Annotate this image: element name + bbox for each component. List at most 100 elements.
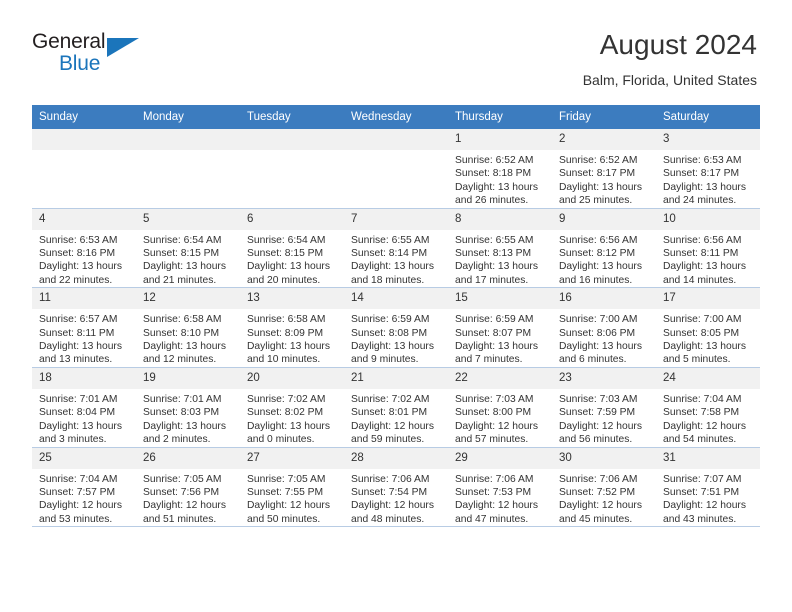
day-number: 10	[656, 208, 760, 230]
calendar-body: 1 Sunrise: 6:52 AM Sunset: 8:18 PM Daylight…	[32, 129, 760, 528]
sunset-text: Sunset: 7:52 PM	[559, 486, 636, 498]
calendar-day-cell[interactable]: 30 Sunrise: 7:06 AM Sunset: 7:52 PM Dayligh…	[552, 446, 656, 528]
calendar-day-cell[interactable]: 17 Sunrise: 7:00 AM Sunset: 8:05 PM Dayligh…	[656, 287, 760, 368]
daylight-text: Daylight: 12 hours and 59 minutes.	[351, 420, 434, 446]
calendar-day-cell[interactable]: 2 Sunrise: 6:52 AM Sunset: 8:17 PM Daylight…	[552, 129, 656, 209]
sunset-text: Sunset: 8:11 PM	[663, 248, 739, 260]
daylight-text: Daylight: 12 hours and 53 minutes.	[39, 500, 122, 525]
day-number: 5	[136, 208, 240, 230]
sunset-text: Sunset: 8:15 PM	[247, 248, 324, 260]
calendar-day-cell[interactable]: 15 Sunrise: 6:59 AM Sunset: 8:07 PM Dayligh…	[448, 287, 552, 368]
day-sun-info: Sunrise: 6:58 AM Sunset: 8:10 PM Daylight:…	[136, 309, 240, 367]
daylight-text: Daylight: 12 hours and 51 minutes.	[143, 500, 226, 525]
page-header: General Blue August 2024 Balm, Florida, …	[32, 28, 757, 98]
calendar-day-cell[interactable]: 5 Sunrise: 6:54 AM Sunset: 8:15 PM Daylight…	[136, 207, 240, 288]
day-number: 27	[240, 447, 344, 469]
calendar-day-cell[interactable]: 22 Sunrise: 7:03 AM Sunset: 8:00 PM Dayligh…	[448, 366, 552, 447]
sunset-text: Sunset: 7:54 PM	[351, 486, 428, 498]
daylight-text: Daylight: 12 hours and 50 minutes.	[247, 500, 330, 525]
day-sun-info: Sunrise: 6:56 AM Sunset: 8:12 PM Daylight:…	[552, 230, 656, 288]
calendar-day-cell[interactable]: 10 Sunrise: 6:56 AM Sunset: 8:11 PM Dayligh…	[656, 207, 760, 288]
calendar-day-cell[interactable]: 14 Sunrise: 6:59 AM Sunset: 8:08 PM Dayligh…	[344, 287, 448, 368]
sunrise-text: Sunrise: 6:53 AM	[663, 155, 742, 166]
sunrise-text: Sunrise: 7:06 AM	[351, 473, 430, 485]
calendar-day-cell[interactable]: 31 Sunrise: 7:07 AM Sunset: 7:51 PM Dayligh…	[656, 446, 760, 528]
day-number	[136, 129, 240, 150]
day-sun-info: Sunrise: 6:59 AM Sunset: 8:08 PM Daylight:…	[344, 309, 448, 367]
calendar-table: Sunday Monday Tuesday Wednesday Thursday…	[32, 105, 760, 528]
calendar-day-cell[interactable]: 11 Sunrise: 6:57 AM Sunset: 8:11 PM Dayligh…	[32, 287, 136, 368]
day-number: 9	[552, 208, 656, 230]
sunrise-text: Sunrise: 6:55 AM	[351, 234, 430, 246]
daylight-text: Daylight: 13 hours and 18 minutes.	[351, 261, 434, 286]
day-sun-info: Sunrise: 7:06 AM Sunset: 7:54 PM Daylight:…	[344, 469, 448, 527]
weekday-header-row: Sunday Monday Tuesday Wednesday Thursday…	[32, 105, 760, 129]
calendar-day-cell[interactable]: 12 Sunrise: 6:58 AM Sunset: 8:10 PM Dayligh…	[136, 287, 240, 368]
sunrise-text: Sunrise: 7:02 AM	[247, 393, 326, 405]
day-sun-info: Sunrise: 6:55 AM Sunset: 8:13 PM Daylight:…	[448, 230, 552, 288]
day-number: 25	[32, 447, 136, 469]
calendar-day-cell[interactable]: 16 Sunrise: 7:00 AM Sunset: 8:06 PM Dayligh…	[552, 287, 656, 368]
calendar-day-cell[interactable]: 20 Sunrise: 7:02 AM Sunset: 8:02 PM Dayligh…	[240, 366, 344, 447]
sunrise-text: Sunrise: 7:04 AM	[39, 473, 118, 485]
day-number: 12	[136, 288, 240, 310]
calendar-day-cell[interactable]: 3 Sunrise: 6:53 AM Sunset: 8:17 PM Daylight…	[656, 129, 760, 209]
calendar-day-cell[interactable]: 27 Sunrise: 7:05 AM Sunset: 7:55 PM Dayligh…	[240, 446, 344, 528]
calendar-day-cell[interactable]: 23 Sunrise: 7:03 AM Sunset: 7:59 PM Dayligh…	[552, 366, 656, 447]
calendar-day-cell[interactable]: 28 Sunrise: 7:06 AM Sunset: 7:54 PM Dayligh…	[344, 446, 448, 528]
daylight-text: Daylight: 13 hours and 6 minutes.	[559, 341, 642, 366]
calendar-day-cell[interactable]: 7 Sunrise: 6:55 AM Sunset: 8:14 PM Daylight…	[344, 207, 448, 288]
daylight-text: Daylight: 13 hours and 0 minutes.	[247, 420, 330, 446]
calendar-day-cell[interactable]: 21 Sunrise: 7:02 AM Sunset: 8:01 PM Dayligh…	[344, 366, 448, 447]
daylight-text: Daylight: 12 hours and 47 minutes.	[455, 500, 538, 525]
daylight-text: Daylight: 13 hours and 16 minutes.	[559, 261, 642, 286]
calendar-day-cell[interactable]: 18 Sunrise: 7:01 AM Sunset: 8:04 PM Dayligh…	[32, 366, 136, 447]
sunset-text: Sunset: 7:56 PM	[143, 486, 220, 498]
sunrise-text: Sunrise: 6:54 AM	[247, 234, 326, 246]
calendar-day-cell[interactable]: 1 Sunrise: 6:52 AM Sunset: 8:18 PM Daylight…	[448, 129, 552, 209]
day-sun-info: Sunrise: 7:04 AM Sunset: 7:57 PM Daylight:…	[32, 469, 136, 527]
day-sun-info: Sunrise: 6:56 AM Sunset: 8:11 PM Daylight:…	[656, 230, 760, 288]
daylight-text: Daylight: 12 hours and 57 minutes.	[455, 420, 538, 446]
sunrise-text: Sunrise: 7:00 AM	[559, 314, 638, 326]
calendar-day-cell[interactable]: 8 Sunrise: 6:55 AM Sunset: 8:13 PM Daylight…	[448, 207, 552, 288]
daylight-text: Daylight: 13 hours and 20 minutes.	[247, 261, 330, 286]
calendar-day-cell[interactable]: 24 Sunrise: 7:04 AM Sunset: 7:58 PM Dayligh…	[656, 366, 760, 447]
calendar-day-cell[interactable]: 19 Sunrise: 7:01 AM Sunset: 8:03 PM Dayligh…	[136, 366, 240, 447]
general-blue-logo[interactable]: General Blue	[32, 30, 152, 82]
calendar-day-cell[interactable]: 29 Sunrise: 7:06 AM Sunset: 7:53 PM Dayligh…	[448, 446, 552, 528]
calendar-day-cell[interactable]: 4 Sunrise: 6:53 AM Sunset: 8:16 PM Daylight…	[32, 207, 136, 288]
sunrise-text: Sunrise: 6:52 AM	[455, 155, 534, 166]
calendar-day-cell[interactable]: 26 Sunrise: 7:05 AM Sunset: 7:56 PM Dayligh…	[136, 446, 240, 528]
sunset-text: Sunset: 8:15 PM	[143, 248, 220, 260]
day-number: 28	[344, 447, 448, 469]
day-sun-info: Sunrise: 7:06 AM Sunset: 7:52 PM Daylight:…	[552, 469, 656, 527]
sunset-text: Sunset: 8:02 PM	[247, 407, 324, 419]
day-sun-info: Sunrise: 6:52 AM Sunset: 8:17 PM Daylight:…	[552, 150, 656, 208]
daylight-text: Daylight: 13 hours and 5 minutes.	[663, 341, 746, 366]
sunrise-text: Sunrise: 7:05 AM	[143, 473, 222, 485]
sunrise-text: Sunrise: 7:01 AM	[143, 393, 222, 405]
sunrise-text: Sunrise: 6:55 AM	[455, 234, 534, 246]
day-sun-info: Sunrise: 7:05 AM Sunset: 7:56 PM Daylight:…	[136, 469, 240, 527]
calendar-day-cell[interactable]: 9 Sunrise: 6:56 AM Sunset: 8:12 PM Daylight…	[552, 207, 656, 288]
calendar-week-row: 1 Sunrise: 6:52 AM Sunset: 8:18 PM Daylight…	[32, 129, 760, 209]
day-number: 30	[552, 447, 656, 469]
day-sun-info: Sunrise: 7:06 AM Sunset: 7:53 PM Daylight:…	[448, 469, 552, 527]
day-number: 13	[240, 288, 344, 310]
daylight-text: Daylight: 13 hours and 3 minutes.	[39, 420, 122, 446]
daylight-text: Daylight: 13 hours and 12 minutes.	[143, 341, 226, 366]
calendar-day-cell[interactable]: 6 Sunrise: 6:54 AM Sunset: 8:15 PM Daylight…	[240, 207, 344, 288]
calendar-day-cell[interactable]: 13 Sunrise: 6:58 AM Sunset: 8:09 PM Dayligh…	[240, 287, 344, 368]
sunset-text: Sunset: 8:10 PM	[143, 327, 220, 339]
daylight-text: Daylight: 13 hours and 14 minutes.	[663, 261, 746, 286]
sunrise-text: Sunrise: 6:57 AM	[39, 314, 118, 326]
calendar-day-cell-empty	[136, 129, 240, 209]
day-sun-info: Sunrise: 7:02 AM Sunset: 8:01 PM Daylight:…	[344, 389, 448, 447]
sunset-text: Sunset: 8:03 PM	[143, 407, 220, 419]
day-number: 2	[552, 129, 656, 150]
weekday-header-monday: Monday	[136, 105, 240, 129]
calendar-day-cell[interactable]: 25 Sunrise: 7:04 AM Sunset: 7:57 PM Dayligh…	[32, 446, 136, 528]
sunset-text: Sunset: 7:51 PM	[663, 486, 740, 498]
day-sun-info: Sunrise: 6:53 AM Sunset: 8:16 PM Daylight:…	[32, 230, 136, 288]
